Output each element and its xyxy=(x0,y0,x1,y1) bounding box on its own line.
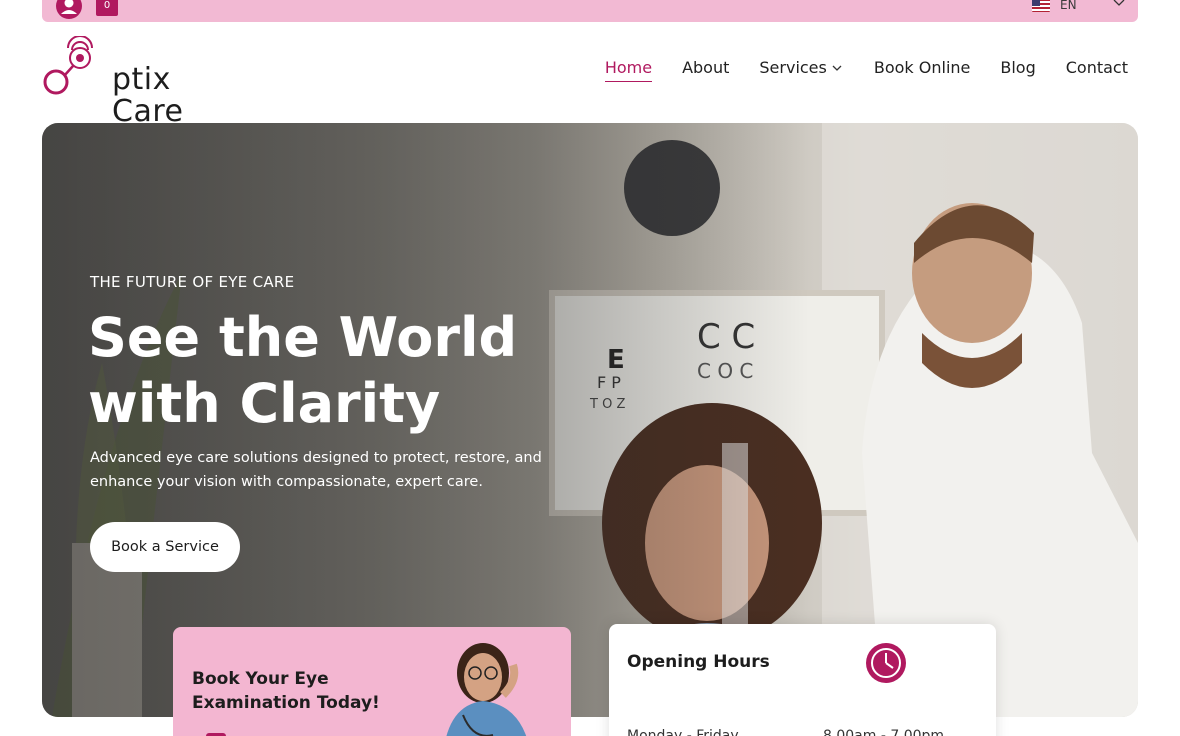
logo-text: ptix Care xyxy=(112,62,184,129)
hours-time: 8.00am - 7.00pm xyxy=(823,728,945,736)
language-selector[interactable]: EN xyxy=(1032,0,1077,12)
cart-count: 0 xyxy=(103,0,111,11)
language-code: EN xyxy=(1060,0,1077,12)
nav-contact[interactable]: Contact xyxy=(1066,58,1128,78)
nav-home[interactable]: Home xyxy=(604,58,653,82)
hero-title-line2: with Clarity xyxy=(88,372,441,435)
nav-services[interactable]: Services xyxy=(759,58,843,78)
calendar-icon xyxy=(192,731,232,736)
hero-eyebrow: THE FUTURE OF EYE CARE xyxy=(90,273,295,291)
main-nav: Home About Services Book Online Blog Con… xyxy=(575,58,1128,82)
chevron-down-icon xyxy=(832,65,842,71)
hours-title: Opening Hours xyxy=(627,652,770,672)
nav-blog[interactable]: Blog xyxy=(1000,58,1035,78)
book-exam-title: Book Your Eye Examination Today! xyxy=(192,669,380,713)
doctor-photo xyxy=(446,643,527,736)
hero-description: Advanced eye care solutions designed to … xyxy=(90,450,542,490)
book-exam-card[interactable]: Book Your Eye Examination Today! xyxy=(173,627,571,736)
top-bar: 0 EN xyxy=(42,0,1138,22)
hours-days: Monday - Friday xyxy=(627,728,739,736)
opening-hours-card: Opening Hours Monday - Friday 8.00am - 7… xyxy=(609,624,996,736)
clock-icon xyxy=(866,643,906,683)
hero-title-line1: See the World xyxy=(88,306,518,369)
user-icon[interactable] xyxy=(56,0,82,19)
flag-us-icon xyxy=(1032,0,1050,12)
nav-about[interactable]: About xyxy=(682,58,729,78)
logo[interactable]: ptix Care xyxy=(42,36,212,128)
nav-book-online[interactable]: Book Online xyxy=(874,58,971,78)
book-service-button[interactable]: Book a Service xyxy=(90,522,240,572)
chevron-down-icon[interactable] xyxy=(1112,0,1126,13)
cart-icon[interactable]: 0 xyxy=(96,0,118,16)
hero-title: See the World with Clarity xyxy=(88,305,648,437)
